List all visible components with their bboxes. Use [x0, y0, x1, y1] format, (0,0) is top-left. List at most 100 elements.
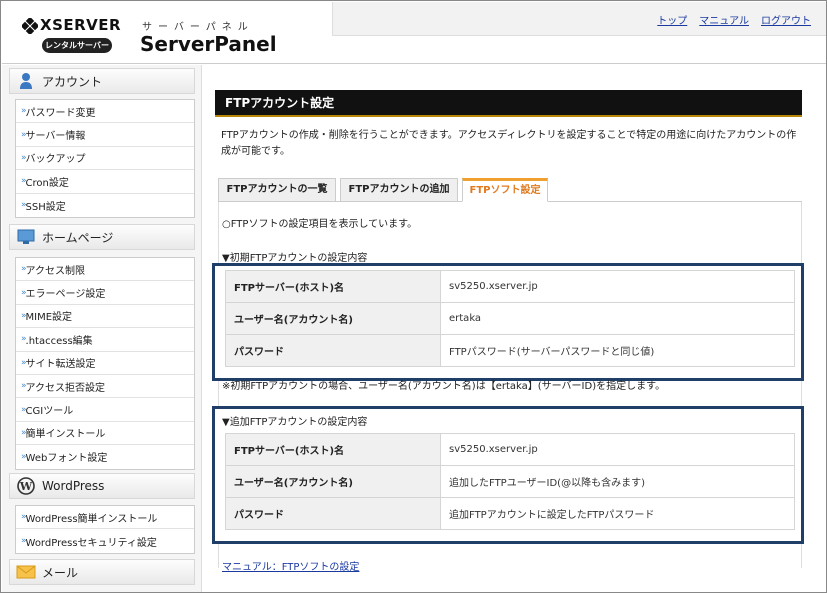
- sidebar-item-label: .htaccess編集: [25, 335, 93, 347]
- chevron-right-icon: »: [21, 106, 26, 117]
- chevron-right-icon: »: [21, 287, 26, 298]
- chevron-right-icon: »: [21, 129, 26, 140]
- sidebar-item-password[interactable]: » パスワード変更: [16, 100, 194, 124]
- additional-account-highlight: ▼追加FTPアカウントの設定内容 FTPサーバー(ホスト)名 sv5250.xs…: [212, 406, 804, 544]
- table-key: ユーザー名(アカウント名): [225, 302, 441, 335]
- initial-account-highlight: FTPサーバー(ホスト)名 sv5250.xserver.jp ユーザー名(アカ…: [212, 263, 804, 381]
- sidebar-item-error-page[interactable]: » エラーページ設定: [16, 281, 194, 305]
- table-key: パスワード: [225, 334, 441, 367]
- logout-link[interactable]: ログアウト: [761, 12, 811, 27]
- monitor-icon: [16, 227, 36, 247]
- panel-intro-text: ○FTPソフトの設定項目を表示しています。: [222, 219, 418, 230]
- sidebar-item-label: バックアップ: [25, 154, 86, 166]
- sidebar-item-wp-install[interactable]: » WordPress簡単インストール: [16, 506, 194, 530]
- sidebar-section-homepage[interactable]: ホームページ: [9, 224, 195, 250]
- sidebar-menu-wordpress: » WordPress簡単インストール » WordPressセキュリティ設定: [15, 505, 195, 554]
- chevron-right-icon: »: [21, 176, 26, 187]
- tab-ftp-software-settings[interactable]: FTPソフト設定: [462, 178, 548, 202]
- logo-kana-text: サーバーパネル: [142, 22, 254, 33]
- person-icon: [16, 71, 36, 91]
- initial-account-table: FTPサーバー(ホスト)名 sv5250.xserver.jp ユーザー名(アカ…: [225, 270, 795, 367]
- sidebar-section-mail[interactable]: メール: [9, 559, 195, 585]
- sidebar-item-label: 簡単インストール: [25, 429, 106, 441]
- sidebar-item-cron[interactable]: » Cron設定: [16, 170, 194, 194]
- sidebar-section-account[interactable]: アカウント: [9, 68, 195, 94]
- sidebar-section-title: ホームページ: [42, 230, 114, 245]
- sidebar-section-title: アカウント: [42, 74, 103, 89]
- sidebar-item-htaccess[interactable]: » .htaccess編集: [16, 328, 194, 352]
- sidebar-item-access-limit[interactable]: » アクセス制限: [16, 258, 194, 282]
- table-row: パスワード FTPパスワード(サーバーパスワードと同じ値): [225, 334, 795, 367]
- sidebar-item-wp-security[interactable]: » WordPressセキュリティ設定: [16, 529, 194, 552]
- wordpress-icon: W: [16, 476, 36, 496]
- table-key: FTPサーバー(ホスト)名: [225, 433, 441, 466]
- window-frame: XSERVER レンタルサーバー サーバーパネル ServerPanel トップ…: [0, 0, 827, 593]
- page-title: FTPアカウント設定: [215, 90, 802, 117]
- manual-link-header[interactable]: マニュアル: [699, 12, 749, 27]
- sidebar-item-access-deny[interactable]: » アクセス拒否設定: [16, 375, 194, 399]
- table-value: FTPパスワード(サーバーパスワードと同じ値): [440, 334, 795, 367]
- sidebar-item-label: SSH設定: [25, 201, 66, 213]
- sidebar-item-mime[interactable]: » MIME設定: [16, 305, 194, 329]
- table-value: sv5250.xserver.jp: [440, 433, 795, 466]
- page-description: FTPアカウントの作成・削除を行うことができます。アクセスディレクトリを設定する…: [221, 130, 797, 157]
- sidebar-item-label: MIME設定: [25, 312, 73, 324]
- table-value: ertaka: [440, 302, 795, 335]
- chevron-right-icon: »: [21, 310, 26, 321]
- sidebar-item-label: パスワード変更: [25, 107, 96, 119]
- table-row: ユーザー名(アカウント名) 追加したFTPユーザーID(@以降も含みます): [225, 465, 795, 498]
- table-row: ユーザー名(アカウント名) ertaka: [225, 302, 795, 335]
- sidebar-item-label: サーバー情報: [25, 131, 86, 143]
- sidebar-item-easy-install[interactable]: » 簡単インストール: [16, 422, 194, 446]
- top-link[interactable]: トップ: [657, 12, 687, 27]
- sidebar-item-label: WordPressセキュリティ設定: [25, 537, 157, 549]
- chevron-right-icon: »: [21, 152, 26, 163]
- sidebar-section-title: メール: [42, 565, 79, 580]
- sidebar-section-title: WordPress: [42, 479, 105, 493]
- table-value: 追加FTPアカウントに設定したFTPパスワード: [440, 497, 795, 530]
- table-key: FTPサーバー(ホスト)名: [225, 270, 441, 303]
- chevron-right-icon: »: [21, 451, 26, 462]
- additional-account-table: FTPサーバー(ホスト)名 sv5250.xserver.jp ユーザー名(アカ…: [225, 433, 795, 530]
- chevron-right-icon: »: [21, 200, 26, 211]
- envelope-icon: [16, 562, 36, 582]
- table-value: 追加したFTPユーザーID(@以降も含みます): [440, 465, 795, 498]
- chevron-right-icon: »: [21, 427, 26, 438]
- sidebar-item-backup[interactable]: » バックアップ: [16, 147, 194, 171]
- sidebar-item-label: WordPress簡単インストール: [25, 513, 158, 525]
- chevron-right-icon: »: [21, 512, 26, 523]
- logo[interactable]: XSERVER レンタルサーバー サーバーパネル ServerPanel: [2, 2, 332, 64]
- table-row: FTPサーバー(ホスト)名 sv5250.xserver.jp: [225, 433, 795, 466]
- tab-ftp-account-list[interactable]: FTPアカウントの一覧: [218, 178, 336, 202]
- sidebar-item-redirect[interactable]: » サイト転送設定: [16, 352, 194, 375]
- tab-bar: FTPアカウントの一覧 FTPアカウントの追加 FTPソフト設定: [218, 178, 802, 202]
- sidebar-item-label: Cron設定: [25, 177, 69, 189]
- sidebar-menu-account: » パスワード変更 » サーバー情報 » バックアップ » Cron設定 » SSH設定: [15, 99, 195, 218]
- manual-ftp-software-link[interactable]: マニュアル：FTPソフトの設定: [222, 558, 359, 573]
- logo-rental-badge: レンタルサーバー: [42, 38, 112, 53]
- initial-account-note: ※初期FTPアカウントの場合、ユーザー名(アカウント名)は【ertaka】(サー…: [222, 381, 666, 392]
- logo-xserver-text: XSERVER: [40, 16, 122, 34]
- top-link-bar: トップ マニュアル ログアウト: [332, 2, 826, 36]
- sidebar-section-wordpress[interactable]: W WordPress: [9, 473, 195, 499]
- table-row: パスワード 追加FTPアカウントに設定したFTPパスワード: [225, 497, 795, 530]
- table-key: ユーザー名(アカウント名): [225, 465, 441, 498]
- table-row: FTPサーバー(ホスト)名 sv5250.xserver.jp: [225, 270, 795, 303]
- sidebar-item-ssh[interactable]: » SSH設定: [16, 194, 194, 217]
- svg-text:W: W: [19, 480, 33, 493]
- xserver-logo-icon: [22, 18, 38, 34]
- sidebar-item-label: サイト転送設定: [25, 359, 96, 371]
- sidebar-item-server-info[interactable]: » サーバー情報: [16, 123, 194, 147]
- main-content: FTPアカウント設定 FTPアカウントの作成・削除を行うことができます。アクセス…: [203, 65, 826, 592]
- tab-ftp-account-add[interactable]: FTPアカウントの追加: [340, 178, 458, 202]
- chevron-right-icon: »: [21, 264, 26, 275]
- sidebar-item-webfont[interactable]: » Webフォント設定: [16, 445, 194, 468]
- chevron-right-icon: »: [21, 334, 26, 345]
- table-value: sv5250.xserver.jp: [440, 270, 795, 303]
- additional-account-heading: ▼追加FTPアカウントの設定内容: [222, 417, 368, 428]
- sidebar-item-label: アクセス制限: [25, 265, 86, 277]
- chevron-right-icon: »: [21, 404, 26, 415]
- sidebar-item-cgi[interactable]: » CGIツール: [16, 398, 194, 422]
- table-key: パスワード: [225, 497, 441, 530]
- chevron-right-icon: »: [21, 536, 26, 547]
